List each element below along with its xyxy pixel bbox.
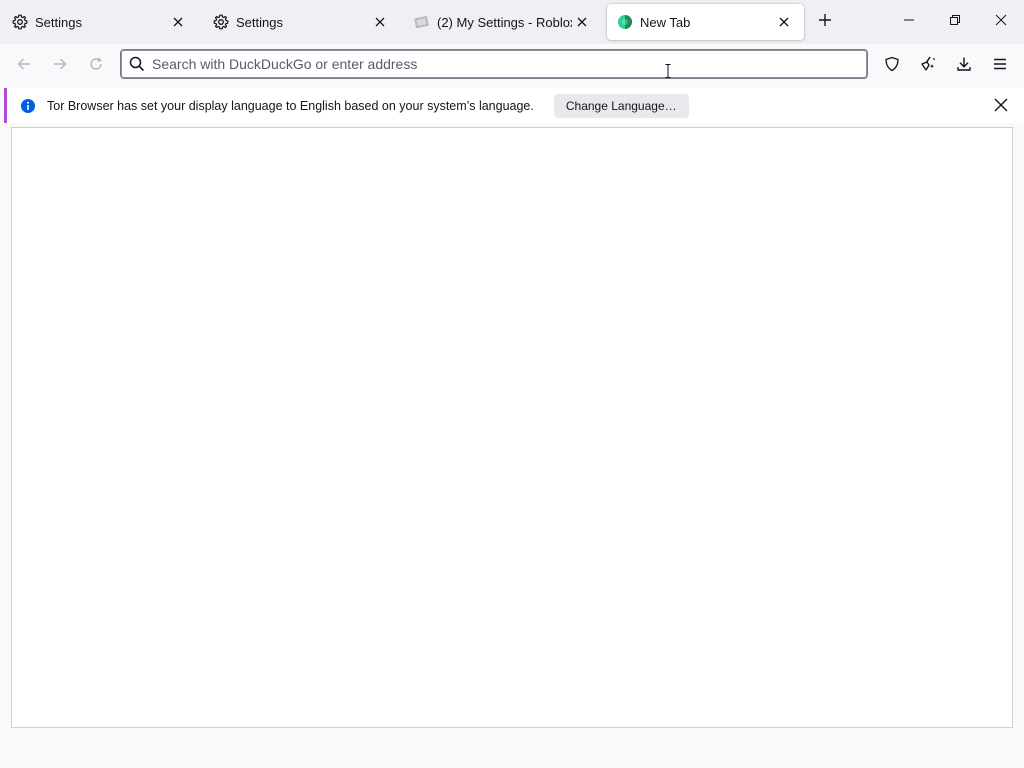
tab-label: (2) My Settings - Roblox xyxy=(437,14,572,30)
new-identity-broom-icon xyxy=(919,55,937,78)
minimize-button[interactable] xyxy=(886,0,932,44)
gear-icon xyxy=(12,14,28,30)
tab-label: New Tab xyxy=(640,14,691,30)
tab-new-tab[interactable]: New Tab xyxy=(607,4,804,40)
info-icon xyxy=(20,98,36,114)
hamburger-menu-icon xyxy=(992,56,1008,77)
navigation-toolbar xyxy=(0,44,1024,86)
forward-button[interactable] xyxy=(46,52,74,80)
gear-icon xyxy=(213,14,229,30)
notification-message: Tor Browser has set your display languag… xyxy=(47,98,534,113)
plus-icon xyxy=(818,13,832,32)
forward-arrow-icon xyxy=(52,56,68,77)
tab-close-icon[interactable] xyxy=(168,12,188,32)
notification-close-icon[interactable] xyxy=(992,96,1010,114)
tab-roblox-settings[interactable]: (2) My Settings - Roblox xyxy=(404,4,602,40)
reload-icon xyxy=(88,56,104,77)
address-bar[interactable] xyxy=(120,49,868,79)
tor-onion-icon xyxy=(617,14,633,30)
new-identity-button[interactable] xyxy=(914,52,942,80)
tab-label: Settings xyxy=(236,14,283,30)
new-tab-button[interactable] xyxy=(814,11,836,33)
shield-icon xyxy=(884,56,900,77)
url-input[interactable] xyxy=(152,56,867,72)
text-cursor-icon xyxy=(665,64,671,78)
tab-close-icon[interactable] xyxy=(774,12,794,32)
restore-button[interactable] xyxy=(932,0,978,44)
tab-close-icon[interactable] xyxy=(572,12,592,32)
minimize-icon xyxy=(903,13,915,31)
window-close-button[interactable] xyxy=(978,0,1024,44)
downloads-button[interactable] xyxy=(950,52,978,80)
change-language-button[interactable]: Change Language… xyxy=(553,93,689,118)
roblox-favicon-icon xyxy=(414,14,430,30)
tab-label: Settings xyxy=(35,14,82,30)
app-menu-button[interactable] xyxy=(986,52,1014,80)
tab-strip: Settings Settings (2) My Settings - Robl… xyxy=(0,0,1024,44)
tab-settings-2[interactable]: Settings xyxy=(203,4,400,40)
tab-settings-1[interactable]: Settings xyxy=(2,4,198,40)
download-icon xyxy=(956,56,972,77)
back-button[interactable] xyxy=(10,52,38,80)
restore-icon xyxy=(949,13,961,31)
back-arrow-icon xyxy=(16,56,32,77)
close-icon xyxy=(995,13,1007,31)
tracking-protection-button[interactable] xyxy=(878,52,906,80)
reload-button[interactable] xyxy=(82,52,110,80)
page-content-area xyxy=(11,127,1013,728)
language-notification-bar: Tor Browser has set your display languag… xyxy=(4,88,1024,123)
tab-close-icon[interactable] xyxy=(370,12,390,32)
search-icon xyxy=(128,55,146,73)
